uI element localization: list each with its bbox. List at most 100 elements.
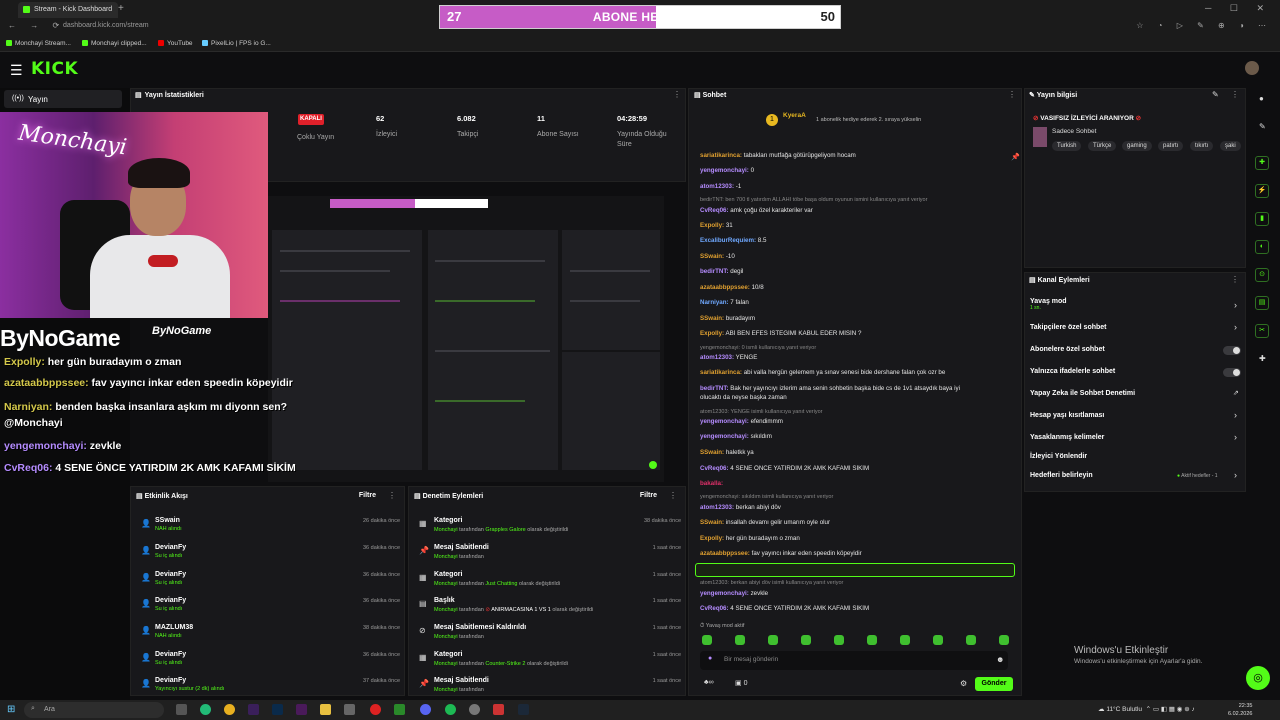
action-followers-only[interactable]: Takipçilere özel sohbet xyxy=(1030,324,1107,331)
kebab-icon[interactable]: ⋮ xyxy=(669,491,677,500)
action-ai-moderation[interactable]: Yapay Zeka ile Sohbet Denetimi xyxy=(1030,390,1135,397)
sidebar-item-stream[interactable]: ((•)) Yayın xyxy=(4,90,122,108)
tool-button[interactable]: ⊙ xyxy=(1255,268,1269,282)
chat-username[interactable]: bedirTNT: xyxy=(700,385,729,392)
avatar[interactable] xyxy=(1245,61,1259,75)
chat-username[interactable]: ExcaliburRequiem: xyxy=(700,237,756,244)
tag[interactable]: Turkish xyxy=(1052,141,1082,151)
chat-username[interactable]: CvReq06: xyxy=(700,207,729,214)
premiere-icon[interactable] xyxy=(248,704,259,715)
tool-button[interactable]: ✚ xyxy=(1255,156,1269,170)
activity-filter-button[interactable]: Filtre xyxy=(359,492,376,499)
chat-username[interactable]: SSwain: xyxy=(700,253,724,260)
emote-icon[interactable] xyxy=(966,635,976,645)
tag[interactable]: gaming xyxy=(1122,141,1152,151)
app-icon[interactable] xyxy=(493,704,504,715)
tool-button[interactable]: ▮ xyxy=(1255,212,1269,226)
after-effects-icon[interactable] xyxy=(296,704,307,715)
emote-icon[interactable] xyxy=(834,635,844,645)
kebab-icon[interactable]: ⋮ xyxy=(1008,90,1016,99)
tool-button[interactable]: ▤ xyxy=(1255,296,1269,310)
spotify-icon[interactable] xyxy=(445,704,456,715)
bookmark-item[interactable]: PixelLio | FPS io G... xyxy=(202,40,271,47)
chevron-right-icon[interactable]: › xyxy=(1234,322,1237,332)
bookmark-item[interactable]: YouTube xyxy=(158,40,193,47)
plus-icon[interactable]: ✚ xyxy=(1259,354,1266,363)
app-icon[interactable] xyxy=(394,704,405,715)
steam-icon[interactable] xyxy=(518,704,529,715)
chat-username[interactable]: azataabbppssee: xyxy=(700,284,750,291)
chevron-right-icon[interactable]: › xyxy=(1234,470,1237,480)
bookmark-item[interactable]: Monchayi clipped... xyxy=(82,40,147,47)
new-tab-button[interactable]: + xyxy=(118,3,124,14)
points-icon[interactable]: ♣∞ xyxy=(704,679,714,686)
external-link-icon[interactable]: ⇗ xyxy=(1233,389,1239,397)
chat-username[interactable]: Expolly: xyxy=(700,330,724,337)
chat-username[interactable]: bakalla: xyxy=(700,480,723,487)
action-banned-words[interactable]: Yasaklanmış kelimeler xyxy=(1030,434,1104,441)
chat-username[interactable]: yengemonchayi: xyxy=(700,433,749,440)
chat-username[interactable]: CvReq06: xyxy=(700,465,729,472)
kebab-icon[interactable]: ⋮ xyxy=(388,491,396,500)
subs-only-toggle[interactable] xyxy=(1223,346,1241,355)
chat-username[interactable]: atom12303: xyxy=(700,183,734,190)
bookmark-item[interactable]: Monchayi Stream... xyxy=(6,40,71,47)
tag[interactable]: Türkçe xyxy=(1088,141,1117,151)
tool-button[interactable]: ✂ xyxy=(1255,324,1269,338)
chat-username[interactable]: Expolly: xyxy=(700,222,724,229)
edit-icon[interactable]: ✎ xyxy=(1212,90,1219,99)
settings-icon[interactable]: ⚙ xyxy=(960,679,967,688)
chat-username[interactable]: SSwain: xyxy=(700,519,724,526)
chrome-icon[interactable] xyxy=(224,704,235,715)
action-account-age[interactable]: Hesap yaşı kısıtlaması xyxy=(1030,412,1104,419)
taskbar-search[interactable]: ⌕ Ara xyxy=(24,702,164,718)
pencil-icon[interactable]: ✎ xyxy=(1259,122,1266,131)
chat-username[interactable]: yengemonchayi: xyxy=(700,590,749,597)
tool-button[interactable]: ⚡ xyxy=(1255,184,1269,198)
emote-icon[interactable] xyxy=(933,635,943,645)
nav-buttons[interactable]: ← → ⟳ xyxy=(8,21,65,30)
app-icon[interactable] xyxy=(344,704,355,715)
tag[interactable]: şaki xyxy=(1220,141,1241,151)
emote-icon[interactable] xyxy=(702,635,712,645)
info-icon[interactable]: ● xyxy=(1259,94,1264,103)
send-button[interactable]: Gönder xyxy=(975,677,1013,691)
chat-username[interactable]: sariatikarinca: xyxy=(700,369,742,376)
folder-icon[interactable] xyxy=(320,704,331,715)
chevron-right-icon[interactable]: › xyxy=(1234,300,1237,310)
emote-only-toggle[interactable] xyxy=(1223,368,1241,377)
emote-icon[interactable] xyxy=(999,635,1009,645)
moderation-filter-button[interactable]: Filtre xyxy=(640,492,657,499)
emoji-icon[interactable]: ☻ xyxy=(996,655,1004,664)
edge-icon[interactable] xyxy=(200,704,211,715)
extensions-bar[interactable]: ☆ ◔ ▷ ✎ ⊕ ◑ ⋯ xyxy=(1136,21,1272,30)
mic-icon[interactable]: ● xyxy=(708,655,712,662)
browser-tab[interactable]: Stream - Kick Dashboard xyxy=(18,2,118,18)
chat-username[interactable]: bedirTNT: xyxy=(700,268,729,275)
chat-input[interactable]: Bir mesaj gönderin xyxy=(700,651,1008,670)
chat-username[interactable]: SSwain: xyxy=(700,315,724,322)
chevron-right-icon[interactable]: › xyxy=(1234,432,1237,442)
discord-icon[interactable] xyxy=(420,704,431,715)
tag[interactable]: tıkırtı xyxy=(1190,141,1214,151)
chat-username[interactable]: yengemonchayi: xyxy=(700,418,749,425)
clock[interactable]: 22:35 6.02.2026 xyxy=(1228,702,1252,718)
photoshop-icon[interactable] xyxy=(272,704,283,715)
menu-icon[interactable]: ☰ xyxy=(10,62,23,79)
emote-icon[interactable] xyxy=(867,635,877,645)
action-goals[interactable]: Hedefleri belirleyin xyxy=(1030,472,1093,479)
action-raid[interactable]: İzleyici Yönlendir xyxy=(1030,453,1087,460)
chat-username[interactable]: atom12303: xyxy=(700,504,734,511)
kebab-icon[interactable]: ⋮ xyxy=(1231,275,1239,284)
chevron-right-icon[interactable]: › xyxy=(1234,410,1237,420)
opera-icon[interactable] xyxy=(370,704,381,715)
emote-icon[interactable] xyxy=(735,635,745,645)
system-tray[interactable]: ☁ 11°C Bulutlu ⌃ ▭ ◧ ▦ ◉ ⊕ ♪ xyxy=(1098,705,1195,713)
emote-icon[interactable] xyxy=(900,635,910,645)
windows-start-icon[interactable]: ⊞ xyxy=(7,704,15,715)
url-field[interactable]: dashboard.kick.com/stream xyxy=(63,22,149,29)
action-slow-mode[interactable]: Yavaş mod 1 sn. xyxy=(1030,298,1067,311)
tool-button[interactable]: ◐ xyxy=(1255,240,1269,254)
task-view-icon[interactable] xyxy=(176,704,187,715)
kick-chat-bubble-icon[interactable]: ◎ xyxy=(1246,666,1270,690)
